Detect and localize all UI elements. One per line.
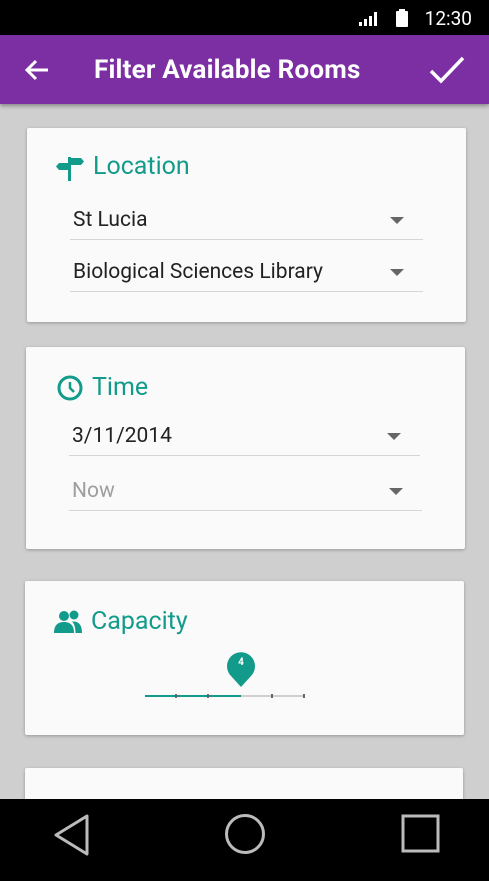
location-card: Location St Lucia Biological Sciences Li… [27,128,466,322]
features-card [25,768,463,799]
campus-value: St Lucia [73,208,148,232]
capacity-card: Capacity 4 [25,581,464,735]
time-value: Now [72,479,115,503]
check-icon[interactable] [428,53,466,87]
slider-tick [271,694,273,698]
nav-recent-apps-icon[interactable] [401,814,441,854]
status-time: 12:30 [424,7,472,30]
app-bar: Filter Available Rooms [0,35,489,104]
date-value: 3/11/2014 [72,424,172,448]
capacity-slider[interactable]: 4 [145,641,305,698]
time-header: Time [56,373,148,402]
dropdown-arrow-icon [387,433,401,440]
filter-content[interactable]: Location St Lucia Biological Sciences Li… [0,104,489,799]
slider-tick [303,694,305,698]
building-value: Biological Sciences Library [73,260,323,284]
nav-back-icon[interactable] [52,813,90,857]
page-title: Filter Available Rooms [94,55,361,85]
battery-icon [396,9,408,27]
capacity-value: 4 [238,657,244,668]
location-header: Location [55,152,190,181]
date-dropdown[interactable]: 3/11/2014 [69,416,420,456]
signpost-icon [56,156,84,181]
dropdown-arrow-icon [390,269,404,276]
status-bar: 12:30 [0,0,489,35]
slider-fill [145,695,241,697]
time-card: Time 3/11/2014 Now [26,347,465,549]
location-title: Location [93,152,190,181]
signal-icon [359,12,377,26]
campus-dropdown[interactable]: St Lucia [70,200,423,240]
building-dropdown[interactable]: Biological Sciences Library [70,252,423,292]
nav-bar [0,799,489,881]
slider-tick [175,694,177,698]
slider-thumb[interactable]: 4 [226,651,256,687]
slider-tick [207,694,209,698]
time-title: Time [92,373,149,402]
capacity-title: Capacity [91,607,188,636]
dropdown-arrow-icon [389,488,403,495]
capacity-header: Capacity [53,607,188,636]
nav-home-icon[interactable] [224,813,266,855]
people-icon [54,610,82,633]
dropdown-arrow-icon [390,217,404,224]
time-dropdown[interactable]: Now [69,471,422,511]
clock-icon [57,375,83,400]
back-arrow-icon[interactable] [22,55,52,85]
